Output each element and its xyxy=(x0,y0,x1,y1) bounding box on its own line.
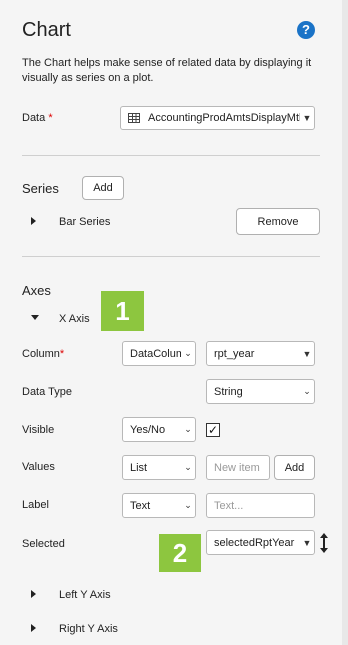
column-select[interactable]: rpt_year ▼ xyxy=(206,341,315,366)
required-mark: * xyxy=(59,348,65,360)
expand-series-icon[interactable] xyxy=(31,217,36,225)
left-y-axis-item[interactable]: Left Y Axis xyxy=(59,589,111,601)
axes-section-title: Axes xyxy=(22,283,51,298)
selected-variable-select[interactable]: selectedRptYear ▼ xyxy=(206,530,315,555)
chevron-down-icon: ⌄ xyxy=(184,348,192,358)
table-icon xyxy=(128,113,140,123)
chevron-down-icon: ⌄ xyxy=(184,424,192,434)
panel-title: Chart xyxy=(22,19,71,41)
chevron-down-icon: ⌄ xyxy=(303,386,311,396)
scrollbar[interactable] xyxy=(342,0,348,645)
callout-badge-2: 2 xyxy=(159,534,201,572)
data-type-label: Data Type xyxy=(22,386,72,398)
values-type-select[interactable]: List ⌄ xyxy=(122,455,196,480)
bar-series-item[interactable]: Bar Series xyxy=(59,216,110,228)
visible-type-select[interactable]: Yes/No ⌄ xyxy=(122,417,196,442)
x-axis-item[interactable]: X Axis xyxy=(59,313,90,325)
remove-series-button[interactable]: Remove xyxy=(236,208,320,235)
required-mark: * xyxy=(48,112,53,124)
visible-checkbox[interactable]: ✓ xyxy=(206,423,220,437)
selected-label: Selected xyxy=(22,538,65,550)
visible-label: Visible xyxy=(22,424,55,436)
new-item-input[interactable]: New item xyxy=(206,455,270,480)
help-icon[interactable]: ? xyxy=(297,21,315,39)
expand-right-y-axis-icon[interactable] xyxy=(31,624,36,632)
visible-type-value: Yes/No xyxy=(130,423,166,436)
column-type-value: DataColumn xyxy=(130,347,181,360)
label-type-value: Text xyxy=(130,499,151,512)
divider xyxy=(22,256,320,257)
label-text-input[interactable]: Text... xyxy=(206,493,315,518)
data-source-value: AccountingProdAmtsDisplayMth xyxy=(148,112,300,124)
data-source-select[interactable]: AccountingProdAmtsDisplayMth ▼ xyxy=(120,106,315,130)
right-y-axis-item[interactable]: Right Y Axis xyxy=(59,623,118,635)
selected-variable-value: selectedRptYear xyxy=(214,536,295,549)
chevron-down-icon: ▼ xyxy=(302,348,312,359)
column-type-select[interactable]: DataColumn ⌄ xyxy=(122,341,196,366)
add-series-button[interactable]: Add xyxy=(82,176,124,200)
data-label: Data * xyxy=(22,112,53,124)
chart-properties-panel: Chart ? The Chart helps make sense of re… xyxy=(0,0,343,645)
column-label: Column* xyxy=(22,348,65,360)
series-section-title: Series xyxy=(22,181,59,196)
expand-left-y-axis-icon[interactable] xyxy=(31,590,36,598)
collapse-x-axis-icon[interactable] xyxy=(31,315,39,320)
panel-description: The Chart helps make sense of related da… xyxy=(22,57,312,84)
label-text-placeholder: Text... xyxy=(214,499,244,512)
values-label: Values xyxy=(22,461,55,473)
label-row-label: Label xyxy=(22,499,49,511)
column-value: rpt_year xyxy=(214,347,255,360)
chevron-down-icon: ⌄ xyxy=(184,462,192,472)
values-type-value: List xyxy=(130,461,148,474)
divider xyxy=(22,155,320,156)
chevron-down-icon: ⌄ xyxy=(184,500,192,510)
swap-vertical-icon[interactable] xyxy=(318,532,330,554)
chevron-down-icon: ▼ xyxy=(302,537,312,548)
callout-badge-1: 1 xyxy=(101,291,144,331)
new-item-placeholder: New item xyxy=(214,461,260,474)
data-type-value: String xyxy=(214,385,243,398)
add-value-button[interactable]: Add xyxy=(274,455,315,480)
label-type-select[interactable]: Text ⌄ xyxy=(122,493,196,518)
data-type-select[interactable]: String ⌄ xyxy=(206,379,315,404)
chevron-down-icon: ▼ xyxy=(302,113,312,123)
